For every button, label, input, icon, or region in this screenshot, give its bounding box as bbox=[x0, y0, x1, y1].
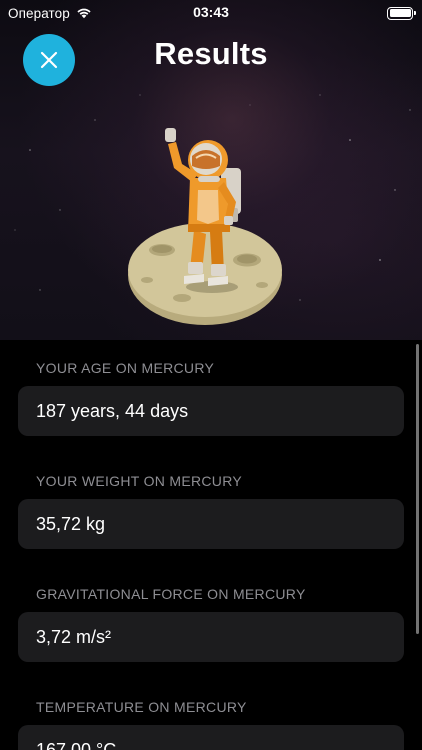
result-section-weight: YOUR WEIGHT ON MERCURY 35,72 kg bbox=[18, 471, 404, 549]
astronaut-on-moon-illustration bbox=[128, 128, 282, 325]
result-label: GRAVITATIONAL FORCE ON MERCURY bbox=[36, 586, 306, 602]
result-label: TEMPERATURE ON MERCURY bbox=[36, 699, 247, 715]
battery-icon bbox=[387, 6, 416, 20]
result-section-temperature: TEMPERATURE ON MERCURY 167,00 °C bbox=[18, 697, 404, 750]
hero-header: Оператор 03:43 Results bbox=[0, 0, 422, 340]
result-value-card: 3,72 m/s² bbox=[18, 612, 404, 662]
scrollbar[interactable] bbox=[416, 344, 419, 634]
result-value: 167,00 °C bbox=[36, 739, 117, 750]
result-label: YOUR AGE ON MERCURY bbox=[36, 360, 215, 376]
result-section-gravity: GRAVITATIONAL FORCE ON MERCURY 3,72 m/s² bbox=[18, 584, 404, 662]
results-screen: Оператор 03:43 Results YOUR AGE ON MERCU… bbox=[0, 0, 422, 750]
results-list[interactable]: YOUR AGE ON MERCURY 187 years, 44 days Y… bbox=[0, 340, 422, 750]
result-value: 3,72 m/s² bbox=[36, 626, 112, 647]
result-value-card: 167,00 °C bbox=[18, 725, 404, 750]
result-value: 35,72 kg bbox=[36, 513, 106, 534]
status-time: 03:43 bbox=[193, 4, 229, 20]
result-section-age: YOUR AGE ON MERCURY 187 years, 44 days bbox=[18, 358, 404, 436]
result-value-card: 187 years, 44 days bbox=[18, 386, 404, 436]
result-value-card: 35,72 kg bbox=[18, 499, 404, 549]
status-bar: Оператор 03:43 bbox=[0, 0, 422, 26]
result-value: 187 years, 44 days bbox=[36, 400, 189, 421]
result-label: YOUR WEIGHT ON MERCURY bbox=[36, 473, 242, 489]
page-title: Results bbox=[154, 36, 268, 71]
